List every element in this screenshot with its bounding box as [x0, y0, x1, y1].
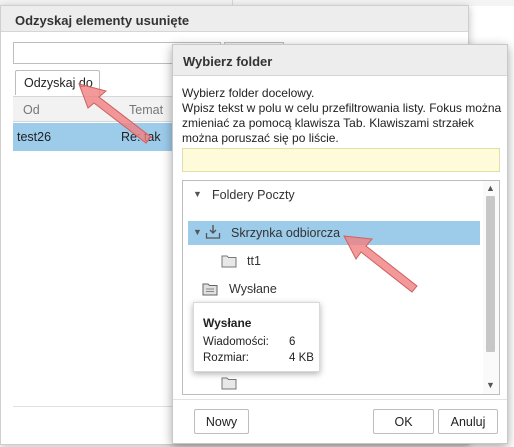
tree-item-tt1[interactable]: tt1 — [183, 249, 481, 273]
restore-dialog-title: Odzyskaj elementy usunięte — [1, 6, 468, 32]
tooltip-messages-label: Wiadomości: — [203, 336, 269, 348]
choose-folder-title: Wybierz folder — [173, 45, 507, 76]
tree-item-label: tt1 — [247, 254, 261, 268]
instructions-line: można poruszać się po liście. — [182, 131, 339, 145]
expand-arrow-icon[interactable]: ▼ — [193, 189, 202, 199]
scroll-thumb[interactable] — [486, 196, 495, 352]
sent-icon — [202, 281, 218, 299]
folder-filter-input[interactable] — [182, 148, 500, 172]
row-subject: Re: tak — [121, 130, 161, 144]
new-folder-button[interactable]: Nowy — [194, 409, 249, 434]
tree-root[interactable]: ▼ Foldery Poczty — [183, 183, 481, 207]
tree-root-label: Foldery Poczty — [212, 188, 295, 202]
tooltip-title: Wysłane — [203, 316, 252, 330]
row-from: test26 — [17, 130, 52, 144]
tree-item-label: Wysłane — [229, 282, 277, 296]
tooltip-messages-value: 6 — [289, 336, 296, 348]
folder-icon — [221, 254, 237, 271]
tree-item-sent[interactable]: Wysłane — [183, 277, 481, 301]
tree-item-partially-hidden[interactable] — [183, 371, 481, 394]
tooltip-size-label: Rozmiar: — [203, 352, 250, 364]
choose-folder-dialog: Wybierz folder Wybierz folder docelowy. … — [172, 44, 508, 444]
tree-item-label: Skrzynka odbiorcza — [231, 226, 341, 240]
folder-tooltip: Wysłane Wiadomości: 6 Rozmiar: 4 KB — [193, 302, 320, 372]
scroll-up-icon[interactable]: ▲ — [486, 183, 495, 193]
ok-button[interactable]: OK — [373, 409, 434, 434]
tree-item-inbox[interactable]: ▼ Skrzynka odbiorcza — [188, 221, 480, 245]
tree-scrollbar[interactable]: ▲ ▼ — [483, 181, 499, 394]
expand-arrow-icon[interactable]: ▼ — [193, 227, 202, 237]
restore-to-button[interactable]: Odzyskaj do — [15, 70, 100, 95]
inbox-icon — [205, 224, 221, 243]
column-header-subject[interactable]: Temat — [129, 103, 163, 117]
instructions-line: Wpisz tekst w polu w celu przefiltrowani… — [182, 101, 502, 115]
folder-icon — [221, 376, 237, 393]
instructions-text: Wybierz folder docelowy. Wpisz tekst w p… — [182, 86, 502, 146]
scroll-down-icon[interactable]: ▼ — [486, 380, 495, 390]
tooltip-size-value: 4 KB — [289, 352, 314, 364]
column-header-from[interactable]: Od — [23, 103, 40, 117]
instructions-line: Wybierz folder docelowy. — [182, 86, 315, 100]
cancel-button[interactable]: Anuluj — [438, 409, 498, 434]
instructions-line: zmieniać za pomocą klawisza Tab. Klawisz… — [182, 116, 474, 130]
divider — [173, 399, 507, 400]
